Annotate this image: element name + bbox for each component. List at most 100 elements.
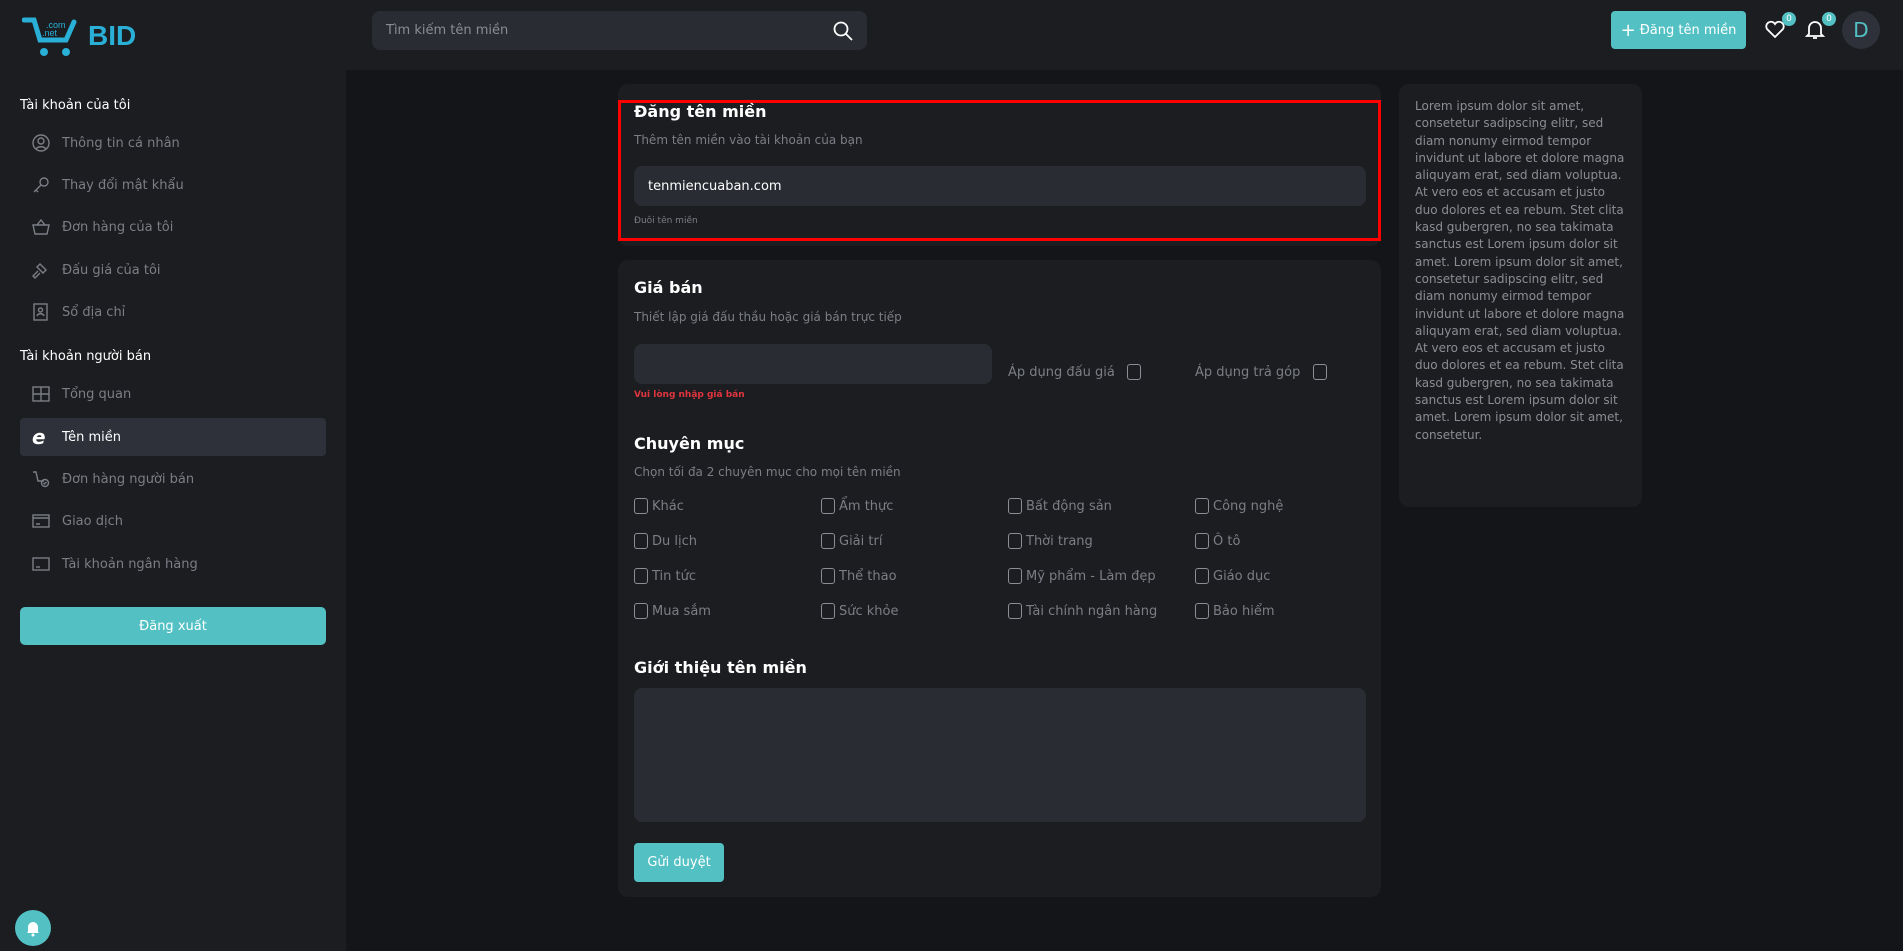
- sidebar-item-label: Tổng quan: [62, 387, 131, 402]
- category-checkbox[interactable]: [821, 498, 835, 514]
- sidebar-item-label: Đấu giá của tôi: [62, 263, 161, 278]
- category-checkbox[interactable]: [1008, 568, 1022, 584]
- top-header: Tìm kiếm tên miền + Đăng tên miền 0 0 D: [346, 0, 1903, 70]
- category-checkbox[interactable]: [1008, 603, 1022, 619]
- category-checkbox[interactable]: [821, 568, 835, 584]
- sidebar-item-transactions[interactable]: Giao dịch: [20, 502, 326, 540]
- notification-badge: 0: [1822, 12, 1836, 26]
- category-label: Tài chính ngân hàng: [1026, 604, 1157, 619]
- price-title: Giá bán: [634, 278, 703, 297]
- sidebar-item-label: Giao dịch: [62, 514, 123, 529]
- category-option[interactable]: Bất động sản: [1008, 498, 1112, 514]
- auction-label: Áp dụng đấu giá: [1008, 365, 1115, 380]
- domain-title: Đăng tên miền: [634, 102, 766, 121]
- logo[interactable]: .com.net BID: [22, 14, 136, 58]
- search-icon[interactable]: [833, 21, 853, 41]
- category-checkbox[interactable]: [1195, 603, 1209, 619]
- search-placeholder: Tìm kiếm tên miền: [386, 23, 833, 38]
- search-input[interactable]: Tìm kiếm tên miền: [372, 11, 867, 50]
- section-my-account: Tài khoản của tôi: [20, 98, 130, 113]
- sidebar-item-profile[interactable]: Thông tin cá nhân: [20, 124, 326, 162]
- category-option[interactable]: Giải trí: [821, 533, 882, 549]
- category-option[interactable]: Giáo dục: [1195, 568, 1270, 584]
- sidebar-item-label: Thay đổi mật khẩu: [62, 178, 184, 193]
- category-option[interactable]: Bảo hiểm: [1195, 603, 1274, 619]
- sidebar-item-auctions[interactable]: Đấu giá của tôi: [20, 251, 326, 289]
- category-option[interactable]: Tài chính ngân hàng: [1008, 603, 1157, 619]
- logo-text: BID: [88, 20, 136, 52]
- category-checkbox[interactable]: [634, 533, 648, 549]
- category-checkbox[interactable]: [1008, 533, 1022, 549]
- category-option[interactable]: Tin tức: [634, 568, 696, 584]
- category-checkbox[interactable]: [1195, 533, 1209, 549]
- price-subtitle: Thiết lập giá đấu thầu hoặc giá bán trực…: [634, 310, 902, 324]
- key-icon: [32, 176, 50, 194]
- category-option[interactable]: Du lịch: [634, 533, 697, 549]
- category-option[interactable]: Ô tô: [1195, 533, 1240, 549]
- category-option[interactable]: Thể thao: [821, 568, 897, 584]
- basket-icon: [32, 218, 50, 236]
- domain-input[interactable]: tenmiencuaban.com: [634, 166, 1366, 206]
- category-option[interactable]: Khác: [634, 498, 684, 514]
- category-label: Thời trang: [1026, 534, 1093, 549]
- sidebar-item-overview[interactable]: Tổng quan: [20, 375, 326, 413]
- category-label: Bất động sản: [1026, 499, 1112, 514]
- intro-textarea[interactable]: [634, 688, 1366, 822]
- category-checkbox[interactable]: [1195, 498, 1209, 514]
- sidebar: .com.net BID Tài khoản của tôi Thông tin…: [0, 0, 346, 951]
- category-label: Mua sắm: [652, 604, 711, 619]
- category-checkbox[interactable]: [634, 568, 648, 584]
- category-checkbox[interactable]: [1195, 568, 1209, 584]
- category-checkbox[interactable]: [1008, 498, 1022, 514]
- category-option[interactable]: Mua sắm: [634, 603, 711, 619]
- logout-button[interactable]: Đăng xuất: [20, 607, 326, 645]
- notifications-button[interactable]: 0: [1804, 18, 1828, 42]
- category-option[interactable]: Mỹ phẩm - Làm đẹp: [1008, 568, 1156, 584]
- category-checkbox[interactable]: [634, 498, 648, 514]
- avatar[interactable]: D: [1842, 11, 1880, 49]
- plus-icon: +: [1621, 20, 1636, 41]
- ie-e-icon: e: [32, 425, 50, 449]
- category-label: Du lịch: [652, 534, 697, 549]
- auction-option[interactable]: Áp dụng đấu giá: [1008, 364, 1141, 380]
- submit-button[interactable]: Gửi duyệt: [634, 843, 724, 882]
- user-circle-icon: [32, 134, 50, 152]
- category-option[interactable]: Thời trang: [1008, 533, 1093, 549]
- sidebar-item-label: Đơn hàng người bán: [62, 472, 194, 487]
- installment-checkbox[interactable]: [1313, 364, 1327, 380]
- bank-card-icon: [32, 555, 50, 573]
- auction-checkbox[interactable]: [1127, 364, 1141, 380]
- sidebar-item-addresses[interactable]: Sổ địa chỉ: [20, 293, 326, 331]
- category-option[interactable]: Sức khỏe: [821, 603, 899, 619]
- installment-option[interactable]: Áp dụng trả góp: [1195, 364, 1327, 380]
- floating-notification-button[interactable]: [15, 910, 51, 946]
- category-label: Ẩm thực: [839, 499, 893, 514]
- sidebar-item-seller-orders[interactable]: Đơn hàng người bán: [20, 460, 326, 498]
- installment-label: Áp dụng trả góp: [1195, 365, 1300, 380]
- category-label: Mỹ phẩm - Làm đẹp: [1026, 569, 1156, 584]
- register-domain-label: Đăng tên miền: [1640, 23, 1737, 38]
- section-seller-account: Tài khoản người bán: [20, 349, 151, 364]
- sidebar-item-bank[interactable]: Tài khoản ngân hàng: [20, 545, 326, 583]
- category-option[interactable]: Ẩm thực: [821, 498, 893, 514]
- cart-check-icon: [32, 470, 50, 488]
- price-input[interactable]: [634, 344, 992, 384]
- category-label: Bảo hiểm: [1213, 604, 1274, 619]
- wishlist-badge: 0: [1782, 12, 1796, 26]
- category-subtitle: Chọn tối đa 2 chuyên mục cho mọi tên miề…: [634, 465, 901, 479]
- category-checkbox[interactable]: [634, 603, 648, 619]
- sidebar-item-domains[interactable]: eTên miền: [20, 418, 326, 456]
- cart-logo-icon: .com.net: [22, 14, 80, 58]
- sidebar-item-orders[interactable]: Đơn hàng của tôi: [20, 208, 326, 246]
- gavel-icon: [32, 261, 50, 279]
- sidebar-item-label: Thông tin cá nhân: [62, 136, 180, 151]
- wishlist-button[interactable]: 0: [1764, 18, 1788, 42]
- category-checkbox[interactable]: [821, 533, 835, 549]
- category-option[interactable]: Công nghệ: [1195, 498, 1283, 514]
- register-domain-button[interactable]: + Đăng tên miền: [1611, 11, 1746, 49]
- category-label: Giáo dục: [1213, 569, 1270, 584]
- category-label: Công nghệ: [1213, 499, 1283, 514]
- sidebar-item-password[interactable]: Thay đổi mật khẩu: [20, 166, 326, 204]
- address-book-icon: [32, 303, 50, 321]
- category-checkbox[interactable]: [821, 603, 835, 619]
